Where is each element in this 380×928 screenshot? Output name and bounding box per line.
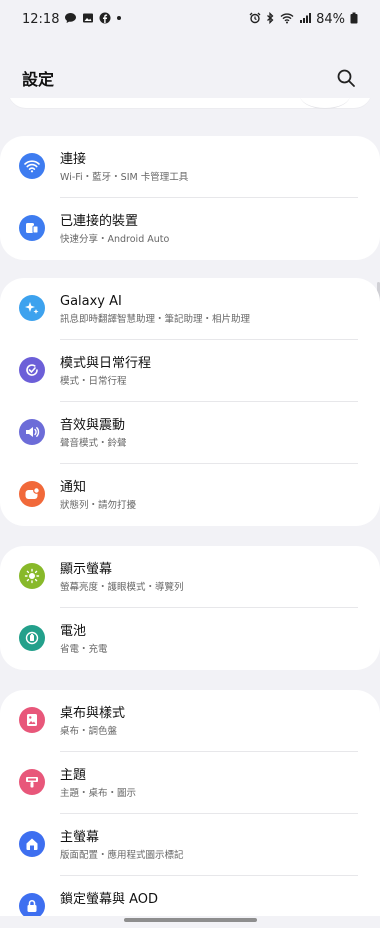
- page-title: 設定: [22, 70, 55, 89]
- settings-group-connections: 連接 Wi-Fi・藍牙・SIM 卡管理工具 已連接的裝置 快速分享・Androi…: [0, 136, 380, 260]
- item-title: 通知: [60, 480, 87, 495]
- wifi-icon: [19, 153, 45, 179]
- sparkle-icon: [19, 295, 45, 321]
- item-subtitle: 省電・充電: [60, 644, 108, 655]
- item-subtitle: 快速分享・Android Auto: [60, 234, 170, 245]
- item-title: 音效與震動: [60, 418, 126, 433]
- bluetooth-icon: [266, 11, 275, 26]
- item-title: 主題: [60, 768, 87, 783]
- settings-item-galaxy-ai[interactable]: Galaxy AI 訊息即時翻譯智慧助理・筆記助理・相片助理: [0, 278, 380, 340]
- search-icon: [337, 69, 355, 87]
- settings-group-ai: Galaxy AI 訊息即時翻譯智慧助理・筆記助理・相片助理 模式與日常行程 模…: [0, 278, 380, 526]
- settings-item-sound-vibration[interactable]: 音效與震動 聲音模式・鈴聲: [0, 402, 380, 464]
- status-bar: 12:18 84%: [0, 0, 380, 38]
- wifi-icon: [280, 12, 294, 26]
- item-title: 連接: [60, 152, 87, 167]
- item-title: 電池: [60, 624, 87, 639]
- item-subtitle: 桌布・調色盤: [60, 726, 118, 737]
- item-subtitle: 聲音模式・鈴聲: [60, 438, 127, 449]
- item-subtitle: 模式・日常行程: [60, 376, 127, 387]
- settings-item-notifications[interactable]: 通知 狀態列・請勿打擾: [0, 464, 380, 526]
- settings-item-home-screen[interactable]: 主螢幕 版面配置・應用程式圖示標記: [0, 814, 380, 876]
- theme-icon: [19, 769, 45, 795]
- page-header: 設定: [0, 58, 380, 98]
- item-subtitle: 訊息即時翻譯智慧助理・筆記助理・相片助理: [60, 314, 251, 325]
- item-title: 已連接的裝置: [60, 214, 139, 229]
- speaker-icon: [19, 419, 45, 445]
- status-time: 12:18: [22, 11, 60, 27]
- search-button[interactable]: [334, 66, 358, 90]
- lock-icon: [19, 893, 45, 916]
- item-title: 顯示螢幕: [60, 562, 113, 577]
- settings-item-battery[interactable]: 電池 省電・充電: [0, 608, 380, 670]
- item-title: 模式與日常行程: [60, 356, 152, 371]
- notification-icon: [19, 481, 45, 507]
- item-subtitle: 主題・桌布・圖示: [60, 788, 137, 799]
- devices-icon: [19, 215, 45, 241]
- settings-item-connections[interactable]: 連接 Wi-Fi・藍牙・SIM 卡管理工具: [0, 136, 380, 198]
- settings-item-connected-devices[interactable]: 已連接的裝置 快速分享・Android Auto: [0, 198, 380, 260]
- settings-item-modes-routines[interactable]: 模式與日常行程 模式・日常行程: [0, 340, 380, 402]
- battery-icon: [19, 625, 45, 651]
- chat-icon: [64, 12, 77, 26]
- settings-item-display[interactable]: 顯示螢幕 螢幕亮度・護眼模式・導覽列: [0, 546, 380, 608]
- battery-icon: [350, 12, 358, 26]
- gesture-handle[interactable]: [124, 918, 257, 922]
- item-title: 鎖定螢幕與 AOD: [60, 892, 159, 907]
- dot-icon: [116, 12, 122, 26]
- previous-card-edge: [0, 98, 380, 118]
- settings-group-wallpaper: 桌布與樣式 桌布・調色盤 主題 主題・桌布・圖示 主螢幕 版面配置・應用程式圖示…: [0, 690, 380, 916]
- settings-item-wallpaper-style[interactable]: 桌布與樣式 桌布・調色盤: [0, 690, 380, 752]
- battery-percent: 84%: [316, 11, 345, 27]
- item-subtitle: 版面配置・應用程式圖示標記: [60, 850, 184, 861]
- settings-item-themes[interactable]: 主題 主題・桌布・圖示: [0, 752, 380, 814]
- status-left: 12:18: [22, 12, 122, 27]
- item-title: Galaxy AI: [60, 294, 122, 309]
- item-title: 桌布與樣式: [60, 706, 126, 721]
- signal-icon: [299, 12, 312, 26]
- alarm-icon: [249, 12, 261, 26]
- settings-group-display: 顯示螢幕 螢幕亮度・護眼模式・導覽列 電池 省電・充電: [0, 546, 380, 670]
- settings-item-lock-screen-aod[interactable]: 鎖定螢幕與 AOD: [0, 876, 380, 916]
- status-right: 84%: [249, 12, 358, 27]
- item-subtitle: Wi-Fi・藍牙・SIM 卡管理工具: [60, 172, 189, 183]
- item-subtitle: 螢幕亮度・護眼模式・導覽列: [60, 582, 184, 593]
- image-icon: [82, 12, 94, 26]
- check-circle-icon: [19, 357, 45, 383]
- item-subtitle: 狀態列・請勿打擾: [60, 500, 137, 511]
- brightness-icon: [19, 563, 45, 589]
- home-icon: [19, 831, 45, 857]
- facebook-icon: [99, 12, 111, 26]
- item-title: 主螢幕: [60, 830, 100, 845]
- wallpaper-icon: [19, 707, 45, 733]
